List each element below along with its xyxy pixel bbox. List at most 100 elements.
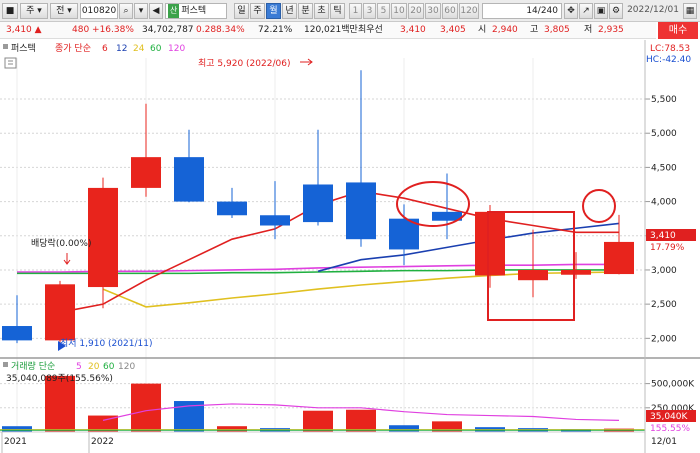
high-label: 고 [530,25,539,35]
price-change: 480 +16.38% [72,25,134,35]
sector-badge: 산 [168,4,180,18]
vol-legend-60: 60 [103,362,115,372]
quote-bar: 3,410 ▲ 480 +16.38% 34,702,787 0.288.34%… [0,22,656,39]
low-label: 저 [584,25,593,35]
chart-title: 퍼스텍 [11,43,36,54]
vol-legend-5: 5 [76,362,82,372]
search-icon[interactable]: ⌕ [119,3,133,19]
price-tick-label: 2,000 [651,334,677,344]
trade-amount: 120,021백만 [304,25,358,35]
candle-body [518,269,548,281]
candle-body [45,284,75,341]
volume-bar [389,425,419,432]
x-label-right: 12/01 [651,437,677,447]
volume-tick-label: 500,000K [651,380,695,390]
vol-legend-20: 20 [88,362,100,372]
range-select-value: 전 [56,6,65,16]
candle-body [217,201,247,216]
interval-10[interactable]: 10 [391,3,407,19]
ma-legend-6: 6 [102,44,108,54]
lc-value: LC:78.53 [650,44,690,54]
volume-bar [45,375,75,432]
settings-icon[interactable]: ⚙ [609,3,623,19]
stock-name: 퍼스텍 [181,6,207,16]
vol-tag-text: 35,040K [650,412,688,422]
stock-chart[interactable]: 2,0002,5003,0003,5004,0004,5005,0005,500… [0,40,700,453]
period-minute[interactable]: 분 [298,3,313,19]
candle-body [475,211,505,276]
candle-body [561,269,591,275]
ma-legend-120: 120 [168,44,185,54]
candle-body [260,215,290,226]
volume-bar [303,410,333,432]
volume-ratio: 0.288.34% [196,25,245,35]
crosshair-icon[interactable]: ✥ [564,3,578,19]
volume-bar [131,383,161,432]
ma-legend-12: 12 [116,44,127,54]
vol-legend-label: 거래량 단순 [11,360,55,372]
candle-body [88,187,118,288]
dropdown-icon[interactable]: ▾ [134,3,148,19]
interval-30[interactable]: 30 [425,3,441,19]
price-tick-label: 5,500 [651,95,677,105]
interval-3[interactable]: 3 [363,3,376,19]
period-tick[interactable]: 틱 [330,3,345,19]
candle-body [131,157,161,188]
open-price: 2,940 [492,25,518,35]
trade-volume: 34,702,787 [142,25,194,35]
candle-body [303,184,333,223]
range-select[interactable]: 전 ▾ [50,3,78,19]
price-tick-label: 3,000 [651,266,677,276]
market-select-value: 주 [26,6,35,16]
stock-code-input[interactable]: 010820 [80,3,118,19]
hc-value: HC:-42.40 [646,55,691,65]
menu-icon[interactable]: ■ [2,3,18,19]
stock-name-field[interactable]: 산 퍼스텍 [165,3,227,19]
period-week[interactable]: 주 [250,3,265,19]
pct-tag: 17.79% [650,243,685,253]
interval-5[interactable]: 5 [377,3,390,19]
buy-button[interactable]: 매수 [658,22,698,39]
sound-icon[interactable]: ◀ [149,3,163,19]
volume-bar [346,409,376,432]
calendar-icon[interactable]: ▦ [683,3,697,19]
current-price: 3,410 ▲ [6,25,42,35]
page-indicator: 14/240 [482,3,562,19]
period-year[interactable]: 년 [282,3,297,19]
low-price: 2,935 [598,25,624,35]
interval-1[interactable]: 1 [349,3,362,19]
high-price: 3,805 [544,25,570,35]
ma-legend-24: 24 [133,44,145,54]
open-label: 시 [478,25,487,35]
interval-60[interactable]: 60 [442,3,458,19]
period-second[interactable]: 초 [314,3,329,19]
draw-line-icon[interactable]: ↗ [579,3,593,19]
chart-date: 2022/12/01 [627,5,679,15]
vol-tag-pct: 155.55% [650,424,690,434]
dividend-annotation: 배당락(0.00%) [31,237,91,249]
interval-20[interactable]: 20 [408,3,424,19]
candle-body [2,326,32,341]
price-tick-label: 4,500 [651,163,677,173]
period-month[interactable]: 월 [266,3,281,19]
price-tick-label: 4,000 [651,198,677,208]
low-annotation: 최저 1,910 (2021/11) [60,338,152,349]
x-label-2021: 2021 [4,437,27,447]
period-day[interactable]: 일 [234,3,249,19]
turnover-rate: 72.21% [258,25,293,35]
candle-body [346,182,376,240]
vol-legend-120: 120 [118,362,135,372]
market-select[interactable]: 주 ▾ [20,3,48,19]
x-label-2022: 2022 [91,437,114,447]
candle-body [604,241,634,275]
grid-toggle-icon[interactable] [4,57,17,69]
interval-120[interactable]: 120 [459,3,479,19]
toolbar: ■ 주 ▾ 전 ▾ 010820 ⌕ ▾ ◀ 산 퍼스텍 일 주 월 년 분 초 … [0,0,700,22]
vol-panel-handle-icon[interactable] [3,362,8,367]
panel-handle-icon[interactable] [3,44,8,49]
ask-price: 3,410 [400,25,426,35]
high-annotation: 최고 5,920 (2022/06) [198,58,290,69]
bid-price: 3,405 [440,25,466,35]
ma-legend-label: 종가 단순 [55,43,91,54]
save-icon[interactable]: ▣ [594,3,608,19]
